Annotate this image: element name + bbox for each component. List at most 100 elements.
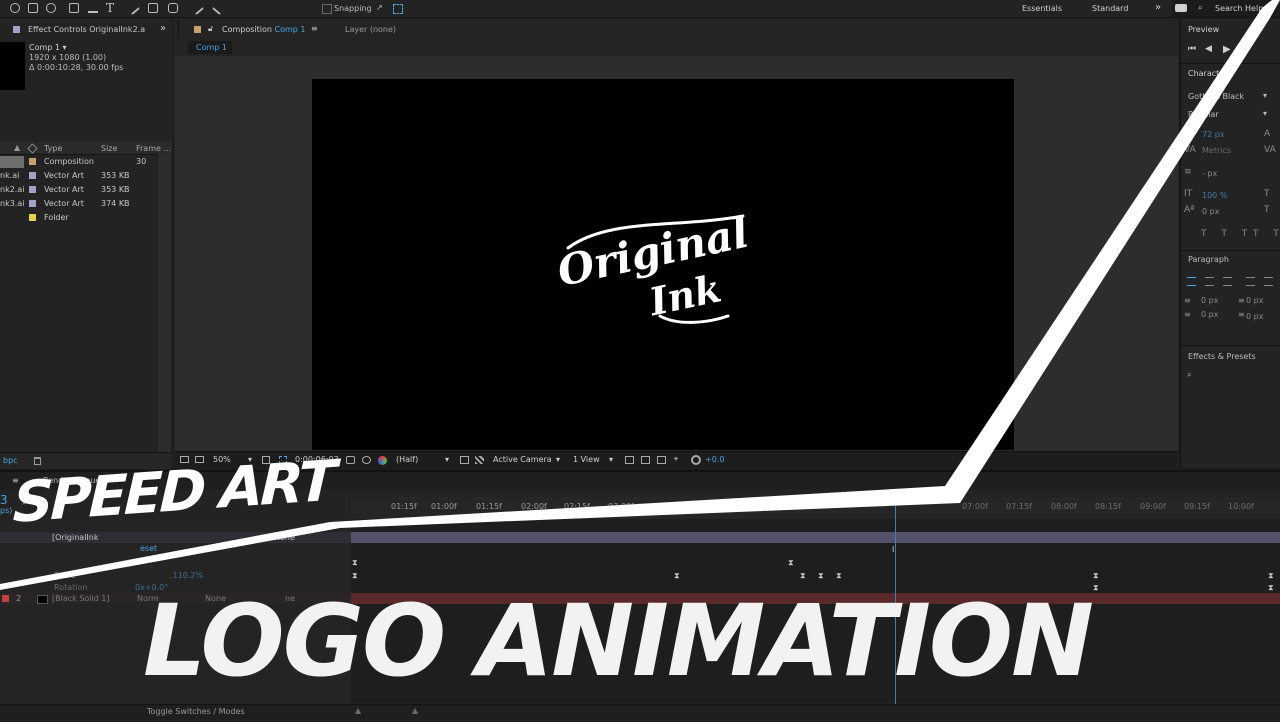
brush-tool-icon[interactable] xyxy=(125,0,141,16)
snap-feature-icon[interactable] xyxy=(393,4,403,14)
column-size[interactable]: Size xyxy=(101,145,117,153)
exposure-reset-icon[interactable] xyxy=(691,455,701,465)
layer-tab[interactable]: Layer (none) xyxy=(345,26,396,34)
keyframe-marker[interactable]: ⧗ xyxy=(1268,572,1274,580)
sort-up-icon[interactable]: ▲ xyxy=(14,144,20,152)
layer-duration-bar[interactable] xyxy=(351,532,1280,543)
keyframe-marker[interactable]: I xyxy=(892,546,894,554)
keyframe-marker[interactable]: ⧗ xyxy=(352,572,358,580)
text-style-buttons[interactable]: T T TT T xyxy=(1201,230,1280,239)
toggle-pixel-aspect-icon[interactable] xyxy=(625,456,634,464)
layer-track-matte[interactable]: None xyxy=(274,534,295,542)
chevron-down-icon[interactable]: ▾ xyxy=(1263,110,1267,118)
column-type[interactable]: Type xyxy=(44,145,62,153)
space-after-field[interactable]: 0 px xyxy=(1246,313,1263,321)
stroke-width-field[interactable]: - px xyxy=(1202,170,1217,178)
trash-icon[interactable] xyxy=(34,457,41,465)
first-frame-button[interactable]: ⏮ xyxy=(1188,45,1196,54)
puppet-pin-icon[interactable] xyxy=(211,0,227,16)
label-tag-icon[interactable] xyxy=(27,143,38,154)
space-before-field[interactable]: 0 px xyxy=(1246,297,1263,305)
snapping-checkbox[interactable] xyxy=(322,4,332,14)
chevron-down-icon[interactable]: ▾ xyxy=(556,456,560,464)
align-right-icon[interactable] xyxy=(1223,277,1232,286)
project-item-row[interactable]: Composition 30 xyxy=(0,156,158,168)
panel-expand-icon[interactable]: » xyxy=(160,24,166,34)
font-style-dropdown[interactable]: Regular xyxy=(1188,111,1219,119)
keyframe-marker[interactable]: ⧗ xyxy=(1268,584,1274,592)
project-item-row[interactable]: Folder xyxy=(0,212,158,224)
keyframe-marker[interactable]: ⧗ xyxy=(674,572,680,580)
play-button[interactable]: ▶ xyxy=(1223,45,1231,55)
roto-brush-icon[interactable] xyxy=(189,0,205,16)
sync-settings-icon[interactable] xyxy=(1175,4,1187,12)
rotate-tool-icon[interactable] xyxy=(10,3,20,13)
keyframe-marker[interactable]: ⧗ xyxy=(1093,572,1099,580)
keyframe-marker[interactable]: ⧗ xyxy=(836,572,842,580)
comp-flowchart-icon[interactable] xyxy=(657,456,666,464)
views-dropdown[interactable]: 1 View xyxy=(573,456,600,464)
exposure-value[interactable]: +0.0 xyxy=(705,456,724,464)
fast-previews-icon[interactable] xyxy=(460,456,469,464)
comp-breadcrumb[interactable]: Comp 1 xyxy=(188,41,232,54)
search-icon[interactable]: ⌕ xyxy=(1198,4,1202,12)
workspace-more-button[interactable]: » xyxy=(1155,3,1161,13)
flowchart-icon[interactable]: ᚐ xyxy=(674,455,678,463)
layer-parent[interactable]: eset xyxy=(140,545,157,553)
show-snapshot-icon[interactable] xyxy=(362,456,371,464)
font-size-field[interactable]: 72 px xyxy=(1202,131,1225,139)
stamp-tool-icon[interactable] xyxy=(148,3,158,13)
project-item-row[interactable]: nk.ai Vector Art 353 KB xyxy=(0,170,158,182)
scale-property-value[interactable]: ,110.2% xyxy=(170,572,203,580)
tab-menu-icon[interactable]: ≡ xyxy=(311,25,318,33)
time-ruler[interactable]: 01:15f 01:00f 01:15f 02:00f 02:15f 03:00… xyxy=(351,497,1280,520)
keyframe-marker[interactable]: ⧗ xyxy=(1093,584,1099,592)
camera-tool-icon[interactable] xyxy=(28,3,38,13)
zoom-in-icon[interactable]: ▲ xyxy=(412,707,418,715)
align-center-icon[interactable] xyxy=(1205,277,1214,286)
font-family-dropdown[interactable]: Gotham Black xyxy=(1188,93,1244,101)
column-frame-rate[interactable]: Frame ... xyxy=(136,145,171,153)
timeline-panel-icon[interactable] xyxy=(641,456,650,464)
justify-all-icon[interactable] xyxy=(1264,277,1273,286)
rectangle-tool-icon[interactable] xyxy=(69,3,79,13)
resolution-dropdown[interactable]: (Half) xyxy=(396,456,418,464)
workspace-essentials[interactable]: Essentials xyxy=(1022,5,1062,13)
composition-tab[interactable]: Composition Comp 1 xyxy=(222,26,306,34)
color-channels-icon[interactable] xyxy=(378,456,387,465)
camera-dropdown[interactable]: Active Camera xyxy=(493,456,552,464)
project-scrollbar[interactable] xyxy=(158,154,171,454)
effect-controls-tab[interactable]: Effect Controls OriginalInk2.a » xyxy=(0,22,172,36)
project-item-row[interactable]: nk3.ai Vector Art 374 KB xyxy=(0,198,158,210)
keyframe-marker[interactable]: ⧗ xyxy=(352,559,358,567)
eraser-tool-icon[interactable] xyxy=(168,3,178,13)
kerning-dropdown[interactable]: Metrics xyxy=(1202,147,1231,155)
workspace-standard[interactable]: Standard xyxy=(1092,5,1128,13)
align-left-icon[interactable] xyxy=(1187,277,1196,286)
snap-edge-icon[interactable]: ↗ xyxy=(376,4,383,12)
zoom-out-icon[interactable]: ▲ xyxy=(355,707,361,715)
toggle-switches-modes-button[interactable]: Toggle Switches / Modes xyxy=(147,708,245,716)
chevron-down-icon[interactable]: ▾ xyxy=(1263,92,1267,100)
transparency-grid-icon[interactable] xyxy=(475,456,484,464)
keyframe-marker[interactable]: ⧗ xyxy=(788,559,794,567)
chevron-down-icon[interactable]: ▾ xyxy=(445,456,449,464)
justify-icon[interactable] xyxy=(1246,277,1255,286)
indent-right-field[interactable]: 0 px xyxy=(1201,311,1218,319)
comp-name[interactable]: Comp 1 ▾ xyxy=(29,44,67,52)
chevron-down-icon[interactable]: ▾ xyxy=(609,456,613,464)
snapshot-icon[interactable] xyxy=(346,456,355,464)
pen-tool-icon[interactable] xyxy=(88,3,98,13)
vertical-scale-field[interactable]: 100 % xyxy=(1202,192,1227,200)
orbit-tool-icon[interactable] xyxy=(46,3,56,13)
lock-icon[interactable]: 🔓︎ xyxy=(208,25,213,33)
layer-row-originalink[interactable]: [OriginalInk None xyxy=(0,532,351,543)
keyframe-marker[interactable]: ⧗ xyxy=(818,572,824,580)
search-help-field[interactable]: Search Help xyxy=(1215,5,1263,13)
search-icon[interactable]: ⌕ xyxy=(1187,371,1191,379)
baseline-shift-field[interactable]: 0 px xyxy=(1202,208,1219,216)
bit-depth-button[interactable]: bpc xyxy=(3,457,18,465)
next-frame-button[interactable]: ▶ xyxy=(1240,45,1247,54)
keyframe-marker[interactable]: ⧗ xyxy=(800,572,806,580)
project-item-row[interactable]: nk2.ai Vector Art 353 KB xyxy=(0,184,158,196)
